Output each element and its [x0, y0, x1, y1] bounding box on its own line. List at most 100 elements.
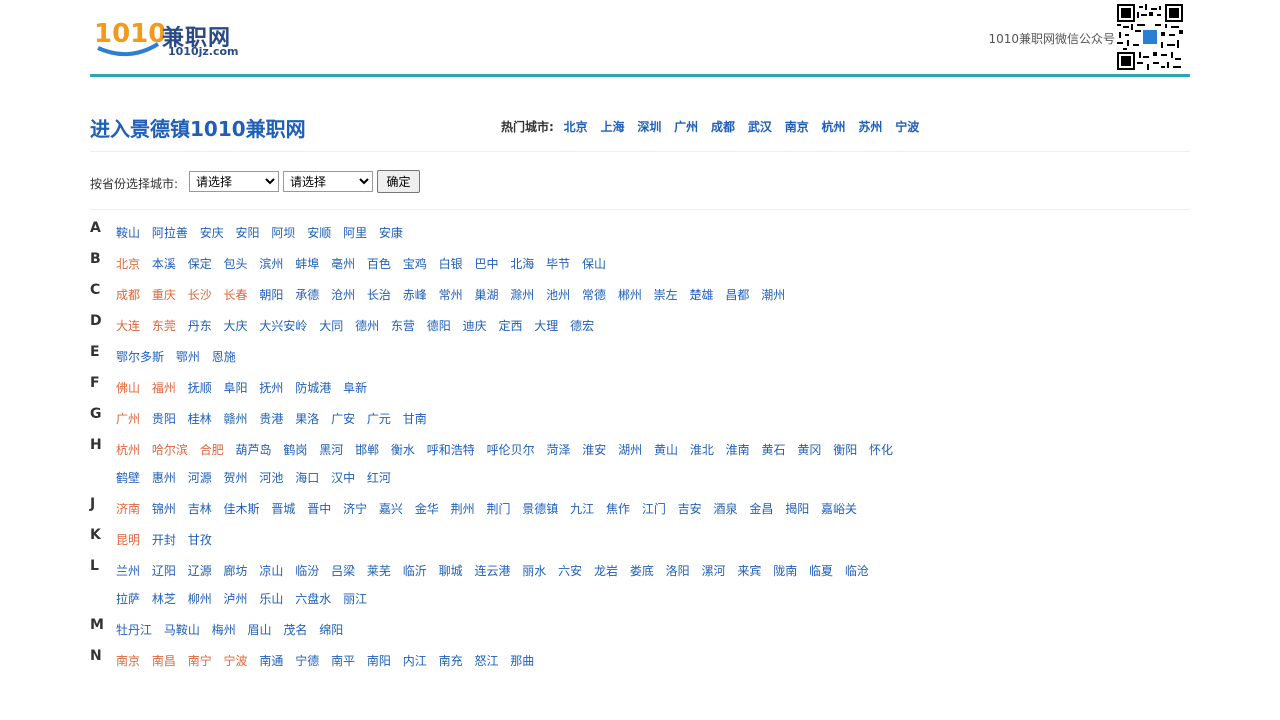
city-link[interactable]: 百色	[367, 257, 391, 271]
city-link[interactable]: 防城港	[295, 381, 331, 395]
city-link[interactable]: 安康	[379, 226, 403, 240]
city-link[interactable]: 怒江	[474, 654, 498, 668]
city-link[interactable]: 昌都	[725, 288, 749, 302]
city-link[interactable]: 内江	[403, 654, 427, 668]
city-link[interactable]: 红河	[367, 471, 391, 485]
city-link[interactable]: 滁州	[510, 288, 534, 302]
city-link[interactable]: 德州	[355, 319, 379, 333]
city-link[interactable]: 福州	[152, 381, 176, 395]
city-link[interactable]: 丽江	[343, 592, 367, 606]
city-link[interactable]: 揭阳	[785, 502, 809, 516]
city-link[interactable]: 临沧	[845, 564, 869, 578]
city-link[interactable]: 阜新	[343, 381, 367, 395]
city-link[interactable]: 马鞍山	[164, 623, 200, 637]
city-link[interactable]: 巢湖	[474, 288, 498, 302]
city-link[interactable]: 晋城	[271, 502, 295, 516]
hot-city-link[interactable]: 广州	[674, 120, 698, 134]
city-link[interactable]: 荆州	[451, 502, 475, 516]
city-link[interactable]: 恩施	[212, 350, 236, 364]
city-link[interactable]: 大连	[116, 319, 140, 333]
city-link[interactable]: 巴中	[474, 257, 498, 271]
city-link[interactable]: 佳木斯	[224, 502, 260, 516]
city-link[interactable]: 宝鸡	[403, 257, 427, 271]
city-link[interactable]: 牡丹江	[116, 623, 152, 637]
hot-city-link[interactable]: 北京	[564, 120, 588, 134]
city-link[interactable]: 甘孜	[188, 533, 212, 547]
city-link[interactable]: 哈尔滨	[152, 443, 188, 457]
city-link[interactable]: 宁德	[295, 654, 319, 668]
city-link[interactable]: 洛阳	[666, 564, 690, 578]
province-select[interactable]: 请选择	[189, 171, 279, 192]
city-link[interactable]: 嘉兴	[379, 502, 403, 516]
city-link[interactable]: 大理	[534, 319, 558, 333]
city-link[interactable]: 拉萨	[116, 592, 140, 606]
city-link[interactable]: 抚顺	[188, 381, 212, 395]
city-link[interactable]: 南平	[331, 654, 355, 668]
city-link[interactable]: 漯河	[702, 564, 726, 578]
city-link[interactable]: 淮南	[726, 443, 750, 457]
city-link[interactable]: 焦作	[606, 502, 630, 516]
city-link[interactable]: 阿里	[343, 226, 367, 240]
city-link[interactable]: 九江	[570, 502, 594, 516]
city-link[interactable]: 佛山	[116, 381, 140, 395]
city-select[interactable]: 请选择	[283, 171, 373, 192]
city-link[interactable]: 邯郸	[355, 443, 379, 457]
city-link[interactable]: 来宾	[737, 564, 761, 578]
city-link[interactable]: 黄山	[654, 443, 678, 457]
city-link[interactable]: 东莞	[152, 319, 176, 333]
city-link[interactable]: 河池	[259, 471, 283, 485]
city-link[interactable]: 海口	[295, 471, 319, 485]
city-link[interactable]: 金华	[415, 502, 439, 516]
city-link[interactable]: 临汾	[295, 564, 319, 578]
city-link[interactable]: 长春	[224, 288, 248, 302]
city-link[interactable]: 承德	[295, 288, 319, 302]
city-link[interactable]: 济南	[116, 502, 140, 516]
city-link[interactable]: 绵阳	[319, 623, 343, 637]
city-link[interactable]: 柳州	[188, 592, 212, 606]
city-link[interactable]: 南阳	[367, 654, 391, 668]
city-link[interactable]: 衡水	[391, 443, 415, 457]
city-link[interactable]: 莱芜	[367, 564, 391, 578]
city-link[interactable]: 荆门	[486, 502, 510, 516]
city-link[interactable]: 呼和浩特	[427, 443, 475, 457]
city-link[interactable]: 淮安	[582, 443, 606, 457]
city-link[interactable]: 贺州	[224, 471, 248, 485]
city-link[interactable]: 广元	[367, 412, 391, 426]
city-link[interactable]: 潮州	[761, 288, 785, 302]
city-link[interactable]: 滨州	[259, 257, 283, 271]
city-link[interactable]: 开封	[152, 533, 176, 547]
city-link[interactable]: 合肥	[200, 443, 224, 457]
city-link[interactable]: 六安	[558, 564, 582, 578]
city-link[interactable]: 赤峰	[403, 288, 427, 302]
hot-city-link[interactable]: 深圳	[637, 120, 661, 134]
city-link[interactable]: 贵阳	[152, 412, 176, 426]
city-link[interactable]: 泸州	[224, 592, 248, 606]
city-link[interactable]: 乐山	[259, 592, 283, 606]
city-link[interactable]: 崇左	[654, 288, 678, 302]
city-link[interactable]: 衡阳	[833, 443, 857, 457]
city-link[interactable]: 嘉峪关	[821, 502, 857, 516]
city-link[interactable]: 鄂尔多斯	[116, 350, 164, 364]
city-link[interactable]: 娄底	[630, 564, 654, 578]
city-link[interactable]: 龙岩	[594, 564, 618, 578]
city-link[interactable]: 南昌	[152, 654, 176, 668]
city-link[interactable]: 长沙	[188, 288, 212, 302]
city-link[interactable]: 江门	[642, 502, 666, 516]
city-link[interactable]: 黑河	[319, 443, 343, 457]
city-link[interactable]: 本溪	[152, 257, 176, 271]
city-link[interactable]: 连云港	[474, 564, 510, 578]
city-link[interactable]: 聊城	[439, 564, 463, 578]
city-link[interactable]: 景德镇	[522, 502, 558, 516]
city-link[interactable]: 毕节	[546, 257, 570, 271]
city-link[interactable]: 迪庆	[463, 319, 487, 333]
city-link[interactable]: 呼伦贝尔	[487, 443, 535, 457]
city-link[interactable]: 北京	[116, 257, 140, 271]
city-link[interactable]: 黄冈	[797, 443, 821, 457]
city-link[interactable]: 黄石	[762, 443, 786, 457]
city-link[interactable]: 包头	[224, 257, 248, 271]
hot-city-link[interactable]: 宁波	[895, 120, 919, 134]
city-link[interactable]: 宁波	[224, 654, 248, 668]
city-link[interactable]: 陇南	[773, 564, 797, 578]
city-link[interactable]: 保定	[188, 257, 212, 271]
city-link[interactable]: 梅州	[212, 623, 236, 637]
